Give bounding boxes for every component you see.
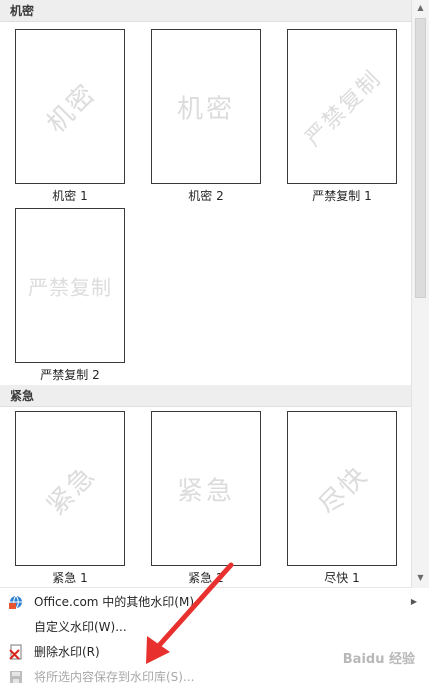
thumbnail-caption: 机密 1 <box>52 189 88 203</box>
office-globe-icon <box>9 595 22 609</box>
remove-watermark-icon <box>9 644 22 660</box>
watermark-text: 尽快 <box>313 459 375 521</box>
watermark-menu: Office.com 中的其他水印(M) ▶ 自定义水印(W)... 删除水印(… <box>0 589 429 691</box>
submenu-arrow-icon: ▶ <box>410 597 417 606</box>
baidu-jingyan-watermark: Baidu 经验 <box>342 652 415 667</box>
watermark-text: 严禁复制 <box>300 65 387 152</box>
thumbnail-caption: 紧急 2 <box>188 571 224 585</box>
page-preview: 尽快 <box>287 411 397 566</box>
scrollbar-thumb[interactable] <box>415 18 426 298</box>
menu-item-label: Office.com 中的其他水印(M) <box>34 595 195 609</box>
menu-item-label: 将所选内容保存到水印库(S)... <box>34 670 195 684</box>
watermark-text: 严禁复制 <box>28 275 112 299</box>
scroll-down-arrow-icon[interactable]: ▼ <box>412 570 429 586</box>
watermark-option-urgent-2[interactable]: 紧急 紧急 2 <box>151 411 261 586</box>
watermark-text: 紧急 <box>176 476 236 506</box>
watermark-option-confidential-2[interactable]: 机密 机密 2 <box>151 29 261 204</box>
watermark-option-no-copy-1[interactable]: 严禁复制 严禁复制 1 <box>287 29 397 204</box>
thumbnail-caption: 严禁复制 2 <box>40 368 100 382</box>
page-preview: 机密 <box>15 29 125 184</box>
section-header-confidential: 机密 <box>0 0 411 22</box>
menu-item-label: 自定义水印(W)... <box>34 620 127 634</box>
watermark-text: 机密 <box>41 77 103 139</box>
page-preview: 紧急 <box>15 411 125 566</box>
watermark-text: 机密 <box>176 94 236 124</box>
watermark-gallery: 机密 机密 机密 1 机密 机密 2 严禁复制 严禁复制 1 严禁复制 严禁复制… <box>0 0 411 588</box>
scroll-up-arrow-icon[interactable]: ▲ <box>412 0 429 16</box>
thumbnail-caption: 机密 2 <box>188 189 224 203</box>
watermark-option-urgent-1[interactable]: 紧急 紧急 1 <box>15 411 125 586</box>
page-preview: 机密 <box>151 29 261 184</box>
gallery-scrollbar[interactable]: ▲ ▼ <box>411 0 429 588</box>
watermark-text: 紧急 <box>41 459 103 521</box>
save-to-gallery-menu-item[interactable]: 将所选内容保存到水印库(S)... <box>0 665 429 689</box>
page-preview: 严禁复制 <box>287 29 397 184</box>
thumbnail-caption: 紧急 1 <box>52 571 88 585</box>
watermark-option-confidential-1[interactable]: 机密 机密 1 <box>15 29 125 204</box>
thumbnail-caption: 尽快 1 <box>324 571 360 585</box>
more-watermarks-menu-item[interactable]: Office.com 中的其他水印(M) ▶ <box>0 590 429 614</box>
menu-item-label: 删除水印(R) <box>34 645 100 659</box>
save-gallery-icon <box>10 671 22 683</box>
page-preview: 严禁复制 <box>15 208 125 363</box>
page-preview: 紧急 <box>151 411 261 566</box>
section-header-urgent: 紧急 <box>0 385 411 407</box>
custom-watermark-menu-item[interactable]: 自定义水印(W)... <box>0 615 429 639</box>
watermark-option-asap-1[interactable]: 尽快 尽快 1 <box>287 411 397 586</box>
watermark-option-no-copy-2[interactable]: 严禁复制 严禁复制 2 <box>15 208 125 383</box>
thumbnail-caption: 严禁复制 1 <box>312 189 372 203</box>
